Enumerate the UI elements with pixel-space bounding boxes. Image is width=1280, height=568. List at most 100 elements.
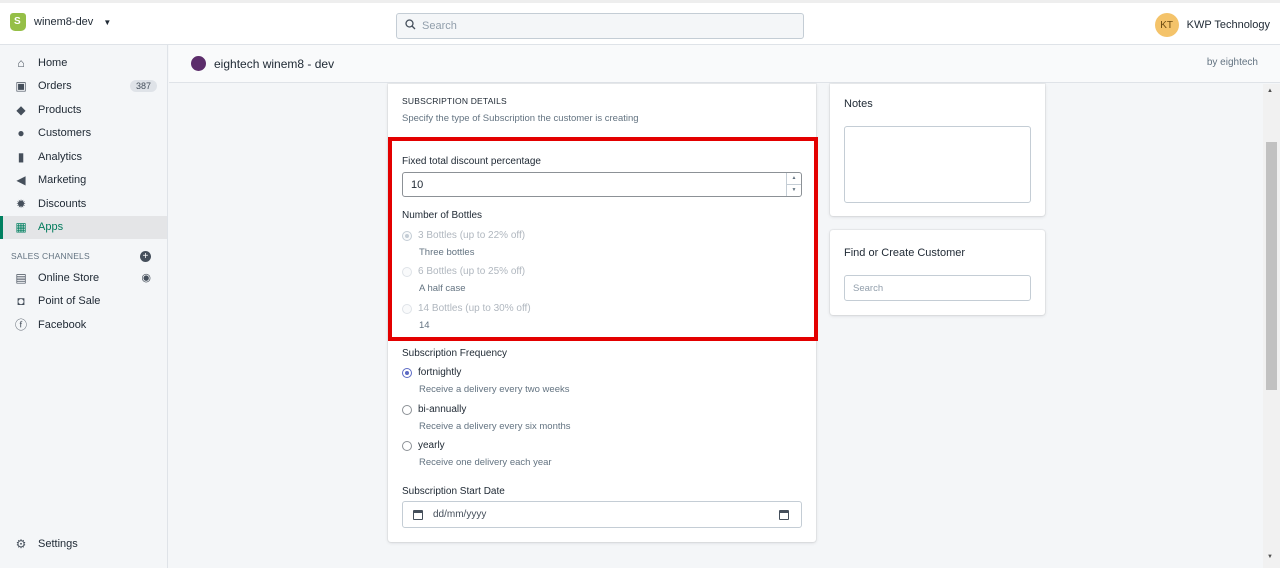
radio-help-text: Receive a delivery every six months — [419, 421, 571, 432]
notes-title: Notes — [844, 98, 873, 110]
bottles-label: Number of Bottles — [402, 210, 483, 221]
discount-label: Fixed total discount percentage — [402, 156, 541, 167]
customer-search-placeholder: Search — [853, 282, 884, 294]
user-name: KWP Technology — [1186, 19, 1270, 31]
radio-button[interactable] — [402, 440, 412, 451]
discount-icon: ✹ — [15, 196, 27, 211]
sidebar-item-products[interactable]: ◆ Products — [0, 98, 167, 122]
sidebar-item-customers[interactable]: ● Customers — [0, 122, 167, 146]
global-search-input[interactable]: Search — [396, 13, 804, 39]
frequency-option-yearly[interactable]: yearly — [402, 440, 445, 451]
frequency-label: Subscription Frequency — [402, 348, 508, 359]
sidebar-item-home[interactable]: ⌂ Home — [0, 51, 167, 75]
store-name: winem8-dev — [34, 16, 94, 28]
bag-icon: ◘ — [17, 294, 25, 309]
radio-button[interactable] — [402, 303, 412, 314]
sidebar-item-label: Apps — [38, 221, 64, 234]
app-logo-icon — [191, 56, 206, 71]
sidebar-item-label: Facebook — [38, 318, 87, 331]
scroll-up-icon[interactable]: ▲ — [1267, 88, 1273, 94]
sidebar-item-point-of-sale[interactable]: ◘ Point of Sale — [0, 290, 167, 314]
stepper-down-icon[interactable]: ▼ — [787, 185, 801, 196]
section-heading: SUBSCRIPTION DETAILS — [402, 96, 507, 106]
orders-count-badge: 387 — [129, 80, 157, 93]
shopify-logo-icon — [10, 13, 26, 31]
radio-button[interactable] — [402, 230, 412, 241]
radio-help-text: A half case — [419, 283, 466, 294]
start-date-label: Subscription Start Date — [402, 486, 505, 497]
customer-search-input[interactable]: Search — [844, 275, 1031, 301]
sidebar-item-label: Settings — [38, 537, 78, 550]
sidebar-item-label: Marketing — [38, 174, 87, 187]
sidebar: ⌂ Home ▣ Orders 387 ◆ Products ● Custome… — [0, 45, 168, 568]
sidebar-item-label: Orders — [38, 80, 72, 93]
app-header: eightech winem8 - dev by eightech — [169, 45, 1280, 83]
facebook-icon: ⓕ — [14, 318, 27, 333]
caret-down-icon: ▼ — [103, 17, 112, 27]
app-title-text: eightech winem8 - dev — [214, 56, 335, 71]
discount-percentage-input[interactable]: 10 ▲ ▼ — [402, 172, 802, 197]
app-title: eightech winem8 - dev — [191, 56, 334, 71]
user-menu[interactable]: KT KWP Technology — [1154, 13, 1270, 37]
start-date-input[interactable]: dd/mm/yyyy — [402, 501, 802, 528]
frequency-option-fortnightly[interactable]: fortnightly — [402, 367, 461, 378]
sidebar-item-label: Online Store — [38, 271, 100, 284]
scrollbar[interactable]: ▲ ▼ — [1263, 84, 1280, 568]
sidebar-item-settings[interactable]: ⚙ Settings — [0, 532, 168, 556]
section-description: Specify the type of Subscription the cus… — [402, 113, 639, 124]
stepper-up-icon[interactable]: ▲ — [787, 173, 801, 185]
bottles-option-3[interactable]: 3 Bottles (up to 22% off) — [402, 230, 525, 241]
sidebar-item-label: Discounts — [38, 197, 87, 210]
search-icon — [405, 19, 416, 33]
tag-icon: ◆ — [16, 102, 26, 117]
sidebar-item-label: Analytics — [38, 150, 83, 163]
radio-label: bi-annually — [418, 404, 467, 415]
home-icon: ⌂ — [17, 55, 25, 70]
calendar-icon — [413, 509, 423, 520]
sidebar-item-apps[interactable]: ▦ Apps — [0, 215, 167, 239]
orders-icon: ▣ — [15, 79, 27, 94]
calendar-picker-icon[interactable] — [779, 510, 789, 520]
subscription-details-card: SUBSCRIPTION DETAILS Specify the type of… — [388, 84, 816, 542]
store-switcher[interactable]: winem8-dev ▼ — [10, 13, 111, 31]
sidebar-item-label: Home — [38, 56, 68, 69]
eye-icon[interactable]: ◉ — [141, 271, 151, 284]
radio-label: fortnightly — [418, 367, 462, 378]
customer-title: Find or Create Customer — [844, 247, 966, 259]
sales-channels-heading: SALES CHANNELS + — [0, 246, 167, 266]
store-icon: ▤ — [15, 270, 27, 285]
notes-textarea[interactable] — [844, 126, 1031, 203]
sidebar-item-label: Products — [38, 103, 82, 116]
radio-label: 6 Bottles (up to 25% off) — [418, 266, 526, 277]
scroll-thumb[interactable] — [1266, 142, 1277, 390]
megaphone-icon: ◀ — [16, 173, 26, 188]
radio-label: yearly — [418, 440, 445, 451]
number-stepper[interactable]: ▲ ▼ — [786, 173, 801, 196]
radio-button[interactable] — [402, 404, 412, 415]
radio-button[interactable] — [402, 266, 412, 277]
scroll-down-icon[interactable]: ▼ — [1267, 554, 1273, 560]
apps-icon: ▦ — [15, 220, 27, 235]
frequency-option-bi-annually[interactable]: bi-annually — [402, 404, 466, 415]
sidebar-item-marketing[interactable]: ◀ Marketing — [0, 169, 167, 193]
app-author: by eightech — [1206, 57, 1258, 68]
top-bar: winem8-dev ▼ Search KT KWP Technology — [0, 0, 1280, 45]
add-channel-icon[interactable]: + — [140, 250, 151, 262]
discount-value: 10 — [411, 178, 424, 191]
sidebar-item-facebook[interactable]: ⓕ Facebook — [0, 313, 167, 337]
bottles-option-14[interactable]: 14 Bottles (up to 30% off) — [402, 303, 531, 314]
avatar: KT — [1154, 13, 1179, 37]
radio-button[interactable] — [402, 367, 412, 378]
sidebar-item-analytics[interactable]: ▮ Analytics — [0, 145, 167, 169]
notes-card: Notes — [830, 84, 1045, 216]
sidebar-item-online-store[interactable]: ▤ Online Store ◉ — [0, 266, 167, 290]
customer-card: Find or Create Customer Search — [830, 230, 1045, 315]
sidebar-item-label: Point of Sale — [38, 295, 101, 308]
radio-help-text: Receive a delivery every two weeks — [419, 384, 570, 395]
radio-help-text: 14 — [419, 320, 430, 331]
bottles-option-6[interactable]: 6 Bottles (up to 25% off) — [402, 266, 525, 277]
sidebar-item-orders[interactable]: ▣ Orders 387 — [0, 75, 167, 99]
sidebar-item-discounts[interactable]: ✹ Discounts — [0, 192, 167, 216]
date-placeholder: dd/mm/yyyy — [433, 509, 487, 520]
sales-channels-label: SALES CHANNELS — [11, 251, 90, 261]
